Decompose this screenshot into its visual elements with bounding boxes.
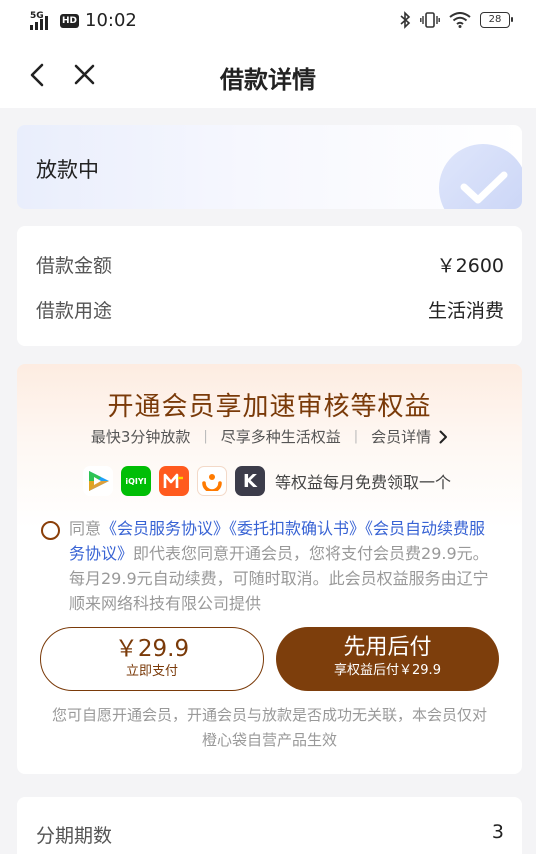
clock: 10:02 bbox=[85, 10, 137, 31]
page-title: 借款详情 bbox=[220, 66, 316, 94]
loan-status-text: 放款中 bbox=[36, 158, 99, 182]
agreement-radio[interactable] bbox=[41, 521, 60, 540]
nav-header: 借款详情 bbox=[0, 42, 536, 108]
tencent-video-icon bbox=[83, 466, 113, 496]
check-circle-icon bbox=[439, 144, 522, 209]
apps-caption: 等权益每月免费领取一个 bbox=[275, 473, 452, 492]
pay-now-price: ￥29.9 bbox=[114, 636, 190, 662]
loan-amount-row: 借款金额 ￥2600 bbox=[36, 250, 504, 278]
installments-value: 3 bbox=[491, 821, 504, 843]
vibrate-icon bbox=[420, 12, 440, 28]
installments-card: 分期期数 3 bbox=[17, 797, 522, 854]
member-details-label: 会员详情 bbox=[371, 428, 432, 446]
pay-later-button[interactable]: 先用后付 享权益后付￥29.9 bbox=[276, 627, 499, 691]
pay-later-sub: 享权益后付￥29.9 bbox=[334, 663, 441, 678]
wifi-icon bbox=[449, 12, 471, 28]
member-details-link[interactable]: 会员详情 bbox=[371, 426, 448, 447]
loan-purpose-row: 借款用途 生活消费 bbox=[36, 295, 504, 323]
benefit-item: 最快3分钟放款 bbox=[90, 428, 191, 446]
agreement-prefix: 同意 bbox=[69, 519, 102, 538]
loan-info-card: 借款金额 ￥2600 借款用途 生活消费 bbox=[17, 226, 522, 346]
loan-amount-label: 借款金额 bbox=[36, 254, 113, 277]
status-bar: 5G HD 10:02 28 bbox=[0, 0, 536, 42]
bluetooth-icon bbox=[400, 11, 411, 29]
membership-card: 开通会员享加速审核等权益 最快3分钟放款 | 尽享多种生活权益 | 会员详情 i… bbox=[17, 364, 522, 774]
status-bar-right: 28 bbox=[399, 11, 513, 29]
divider: | bbox=[203, 429, 208, 444]
chevron-right-icon bbox=[439, 430, 448, 443]
cellular-signal-icon: 5G bbox=[30, 11, 54, 30]
loan-status-card: 放款中 bbox=[17, 125, 522, 209]
divider: | bbox=[353, 429, 359, 444]
hd-badge: HD bbox=[60, 13, 80, 28]
status-bar-left: 5G HD 10:02 bbox=[30, 10, 137, 31]
debit-authorization-link[interactable]: 《委托扣款确认书》 bbox=[229, 519, 365, 538]
iqiyi-icon: iQIYI bbox=[121, 466, 151, 496]
loan-purpose-value: 生活消费 bbox=[427, 299, 504, 322]
loan-amount-value: ￥2600 bbox=[436, 254, 504, 277]
keep-icon: K bbox=[235, 466, 265, 496]
battery-icon: 28 bbox=[480, 12, 513, 28]
benefit-item: 尽享多种生活权益 bbox=[220, 428, 341, 446]
pay-later-label: 先用后付 bbox=[343, 635, 432, 660]
loan-purpose-label: 借款用途 bbox=[36, 299, 113, 322]
membership-disclaimer: 您可自愿开通会员，开通会员与放款是否成功无关联，本会员仅对橙心袋自营产品生效 bbox=[51, 706, 487, 749]
benefit-row: 最快3分钟放款 | 尽享多种生活权益 | 会员详情 bbox=[17, 426, 522, 447]
mango-tv-icon bbox=[159, 466, 189, 496]
agreement-text: 同意《会员服务协议》《委托扣款确认书》《会员自动续费服务协议》即代表您同意开通会… bbox=[69, 516, 500, 616]
agreement-section: 同意《会员服务协议》《委托扣款确认书》《会员自动续费服务协议》即代表您同意开通会… bbox=[41, 516, 500, 616]
pay-now-button[interactable]: ￥29.9 立即支付 bbox=[40, 627, 264, 691]
benefit-apps-row: iQIYI K 等权益每月免费领取一个 bbox=[83, 466, 451, 496]
member-service-agreement-link[interactable]: 《会员服务协议》 bbox=[101, 519, 229, 538]
membership-title: 开通会员享加速审核等权益 bbox=[107, 392, 432, 422]
installments-row: 分期期数 3 bbox=[36, 821, 504, 848]
installments-label: 分期期数 bbox=[36, 825, 113, 847]
didi-icon bbox=[197, 466, 227, 496]
pay-now-label: 立即支付 bbox=[125, 664, 178, 679]
